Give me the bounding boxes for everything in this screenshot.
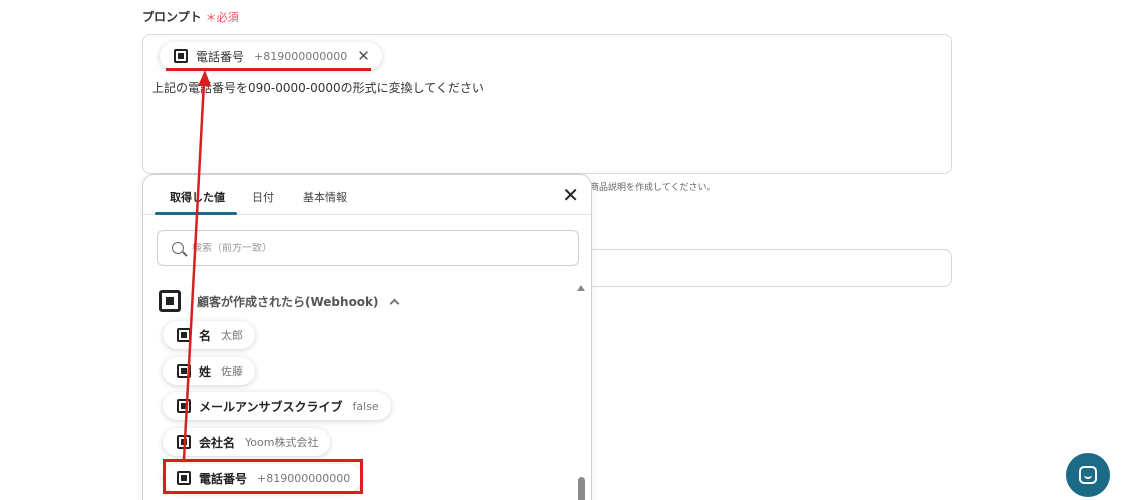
item-value: Yoom株式会社 xyxy=(245,436,319,449)
search-box[interactable] xyxy=(157,230,579,266)
item-value: 太郎 xyxy=(221,329,244,342)
group-label: 顧客が作成されたら(Webhook) xyxy=(197,294,379,309)
list-item[interactable]: 会社名 Yoom株式会社 xyxy=(163,428,331,456)
required-marker: ＊必須 xyxy=(205,11,239,24)
prompt-text: 上記の電話番号を090-0000-0000の形式に変換してください xyxy=(152,81,484,95)
highlight-underline xyxy=(166,68,371,71)
highlight-box xyxy=(163,459,363,494)
item-value: false xyxy=(352,399,379,413)
item-name: 名 xyxy=(199,328,212,343)
chip-remove-icon[interactable]: ✕ xyxy=(357,48,370,64)
search-icon xyxy=(172,242,184,254)
secondary-input[interactable] xyxy=(560,249,952,287)
item-name: 会社名 xyxy=(199,435,236,450)
prompt-variable-chip[interactable]: 電話番号 +819000000000 ✕ xyxy=(160,42,382,70)
square-logo-icon xyxy=(174,49,188,63)
tab-date[interactable]: 日付 xyxy=(252,189,274,205)
scrollbar-thumb[interactable] xyxy=(578,477,585,500)
variable-picker-popup: 取得した値 日付 基本情報 ✕ 顧客が作成されたら(Webhook) 名 太郎 … xyxy=(142,174,592,500)
chevron-up-icon[interactable] xyxy=(389,298,399,308)
prompt-field-label: プロンプト ＊必須 xyxy=(142,8,239,25)
item-name: メールアンサブスクライブ xyxy=(199,399,343,414)
square-logo-icon xyxy=(177,435,191,449)
chat-help-icon xyxy=(1079,466,1097,484)
tab-basic-info[interactable]: 基本情報 xyxy=(303,189,347,205)
square-logo-icon xyxy=(177,364,191,378)
square-logo-icon xyxy=(177,328,191,342)
picker-tabs: 取得した値 日付 基本情報 xyxy=(143,175,591,215)
list-item[interactable]: メールアンサブスクライブ false xyxy=(163,392,391,420)
chat-help-button[interactable] xyxy=(1066,453,1110,497)
item-name: 姓 xyxy=(199,364,212,379)
scroll-up-arrow[interactable] xyxy=(577,285,585,291)
helper-text: 商品説明を作成してください。 xyxy=(590,183,716,193)
active-tab-indicator xyxy=(155,212,237,215)
list-item[interactable]: 姓 佐藤 xyxy=(163,357,256,385)
group-header[interactable]: 顧客が作成されたら(Webhook) xyxy=(159,290,399,312)
tab-acquired-values[interactable]: 取得した値 xyxy=(170,189,225,205)
item-value: 佐藤 xyxy=(221,365,244,378)
chip-name: 電話番号 xyxy=(196,49,245,64)
chip-value: +819000000000 xyxy=(254,49,348,63)
close-icon[interactable]: ✕ xyxy=(562,185,579,205)
square-logo-icon xyxy=(177,399,191,413)
square-logo-icon xyxy=(159,290,181,312)
prompt-label-text: プロンプト xyxy=(142,10,202,24)
list-item[interactable]: 名 太郎 xyxy=(163,321,256,349)
search-input[interactable] xyxy=(192,242,572,254)
